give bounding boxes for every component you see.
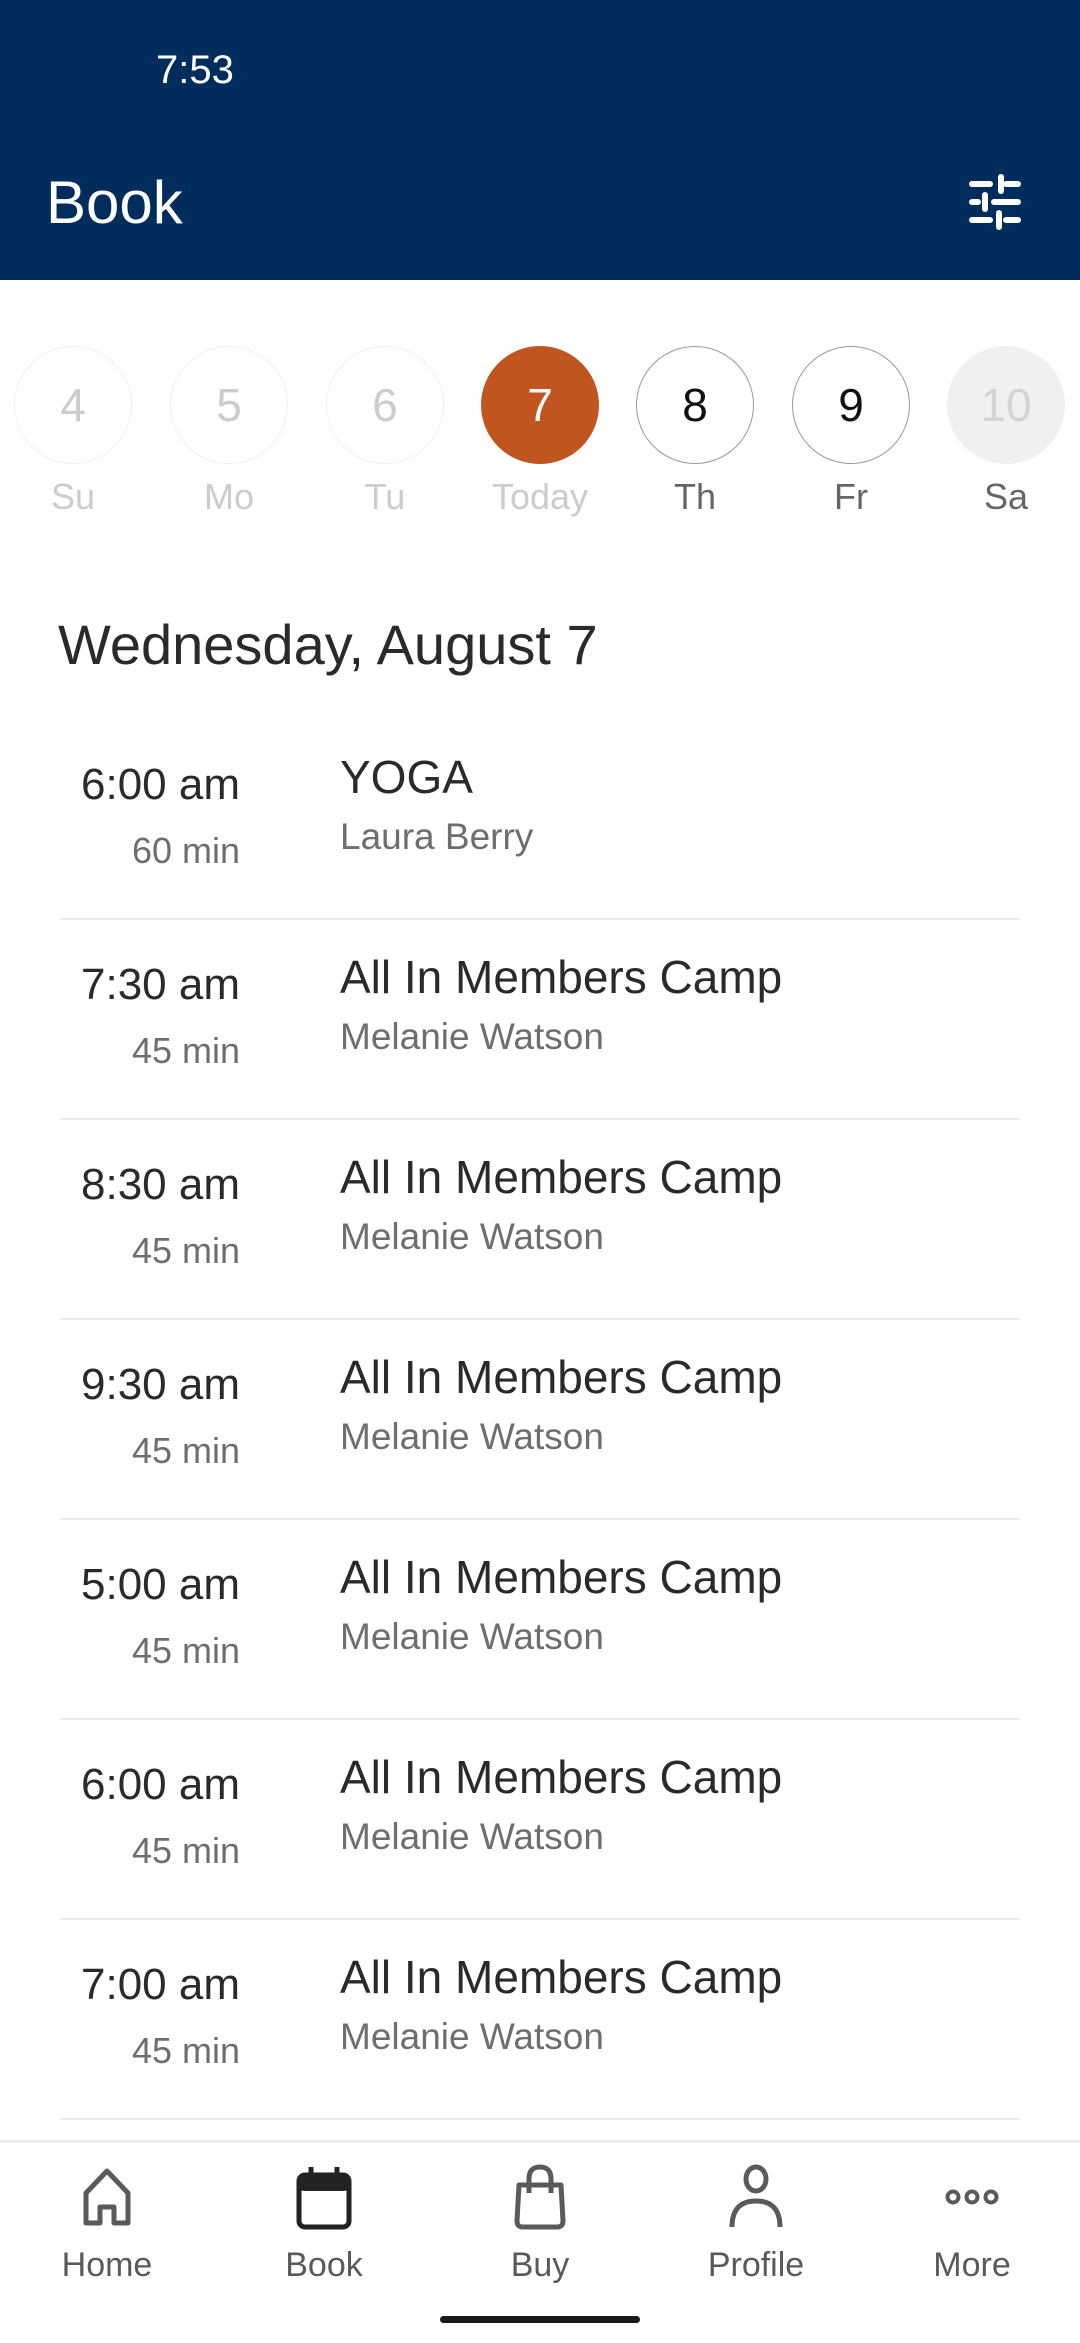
class-row[interactable]: 8:30 am 45 min All In Members Camp Melan… xyxy=(0,1120,1080,1320)
bottom-tab-bar: Home Book Buy Profile More xyxy=(0,2140,1080,2343)
class-duration: 45 min xyxy=(131,1630,240,1671)
class-row[interactable]: 9:30 am 45 min All In Members Camp Melan… xyxy=(0,1320,1080,1520)
class-instructor: Melanie Watson xyxy=(340,1816,604,1857)
class-row[interactable]: 7:00 am 45 min All In Members Camp Melan… xyxy=(0,1920,1080,2120)
tab-buy[interactable]: Buy xyxy=(460,2163,620,2285)
date-number: 10 xyxy=(947,346,1065,464)
home-icon xyxy=(83,2168,131,2226)
tab-label: More xyxy=(933,2246,1011,2284)
class-row[interactable]: 6:00 am 45 min All In Members Camp Melan… xyxy=(0,1720,1080,1920)
tab-label: Book xyxy=(285,2246,363,2284)
sliders-icon xyxy=(969,174,1021,230)
row-divider xyxy=(60,2118,1020,2120)
class-time: 9:30 am xyxy=(81,1360,240,1409)
date-number: 7 xyxy=(481,346,599,464)
class-duration: 45 min xyxy=(131,1030,240,1071)
shopping-bag-icon xyxy=(514,2164,566,2230)
app-header: 7:53 Book xyxy=(0,0,1080,280)
class-row[interactable]: 7:30 am 45 min All In Members Camp Melan… xyxy=(0,920,1080,1120)
person-icon xyxy=(729,2164,783,2228)
tab-more[interactable]: More xyxy=(892,2163,1052,2285)
class-duration: 45 min xyxy=(131,1230,240,1271)
tab-label: Buy xyxy=(510,2246,570,2284)
date-chip[interactable]: 8 Th xyxy=(635,346,755,518)
date-number: 8 xyxy=(636,346,754,464)
date-chip[interactable]: 10 Sa xyxy=(946,346,1066,518)
date-label: Th xyxy=(673,476,716,517)
date-chip[interactable]: 9 Fr xyxy=(791,346,911,518)
status-time: 7:53 xyxy=(156,48,234,92)
class-list: 6:00 am 60 min YOGA Laura Berry 7:30 am … xyxy=(0,720,1080,2120)
class-duration: 60 min xyxy=(131,830,240,871)
date-number: 4 xyxy=(14,346,132,464)
date-chip-today[interactable]: 7 Today xyxy=(480,346,600,518)
class-instructor: Melanie Watson xyxy=(340,1216,604,1257)
date-label: Mo xyxy=(203,476,254,517)
tab-home[interactable]: Home xyxy=(27,2163,187,2285)
date-label: Today xyxy=(491,476,589,517)
date-heading: Wednesday, August 7 xyxy=(58,613,598,676)
date-label: Su xyxy=(50,476,96,517)
date-number: 6 xyxy=(326,346,444,464)
class-instructor: Melanie Watson xyxy=(340,2016,604,2057)
class-time: 8:30 am xyxy=(81,1160,240,1209)
more-icon xyxy=(945,2189,999,2205)
class-name: All In Members Camp xyxy=(340,1951,783,2003)
class-time: 7:00 am xyxy=(81,1960,240,2009)
class-time: 6:00 am xyxy=(81,1760,240,1809)
tab-profile[interactable]: Profile xyxy=(676,2163,836,2285)
class-time: 5:00 am xyxy=(81,1560,240,1609)
class-instructor: Melanie Watson xyxy=(340,1616,604,1657)
date-number: 9 xyxy=(792,346,910,464)
tab-book[interactable]: Book xyxy=(244,2163,404,2285)
date-label: Sa xyxy=(983,476,1029,517)
class-name: All In Members Camp xyxy=(340,1551,783,1603)
class-name: All In Members Camp xyxy=(340,1151,783,1203)
tab-label: Profile xyxy=(707,2246,805,2284)
tab-label: Home xyxy=(61,2246,153,2284)
class-time: 7:30 am xyxy=(81,960,240,1009)
page-title: Book xyxy=(46,169,183,236)
class-name: YOGA xyxy=(340,751,473,803)
class-instructor: Melanie Watson xyxy=(340,1016,604,1057)
date-label: Fr xyxy=(834,476,868,517)
class-duration: 45 min xyxy=(131,2030,240,2071)
calendar-icon xyxy=(296,2167,352,2230)
class-row[interactable]: 6:00 am 60 min YOGA Laura Berry xyxy=(0,720,1080,920)
date-number: 5 xyxy=(170,346,288,464)
class-row[interactable]: 5:00 am 45 min All In Members Camp Melan… xyxy=(0,1520,1080,1720)
date-label: Tu xyxy=(364,476,406,517)
date-chip[interactable]: 5 Mo xyxy=(169,346,289,518)
date-chip[interactable]: 6 Tu xyxy=(325,346,445,518)
date-chip[interactable]: 4 Su xyxy=(13,346,133,518)
date-strip: 4 Su 5 Mo 6 Tu 7 Today 8 Th 9 Fr 10 Sa xyxy=(0,346,1080,526)
class-name: All In Members Camp xyxy=(340,951,783,1003)
class-instructor: Laura Berry xyxy=(340,816,534,857)
filter-button[interactable] xyxy=(966,174,1024,230)
class-name: All In Members Camp xyxy=(340,1751,783,1803)
class-time: 6:00 am xyxy=(81,760,240,809)
home-indicator[interactable] xyxy=(440,2316,640,2323)
class-name: All In Members Camp xyxy=(340,1351,783,1403)
class-duration: 45 min xyxy=(131,1830,240,1871)
class-duration: 45 min xyxy=(131,1430,240,1471)
class-instructor: Melanie Watson xyxy=(340,1416,604,1457)
